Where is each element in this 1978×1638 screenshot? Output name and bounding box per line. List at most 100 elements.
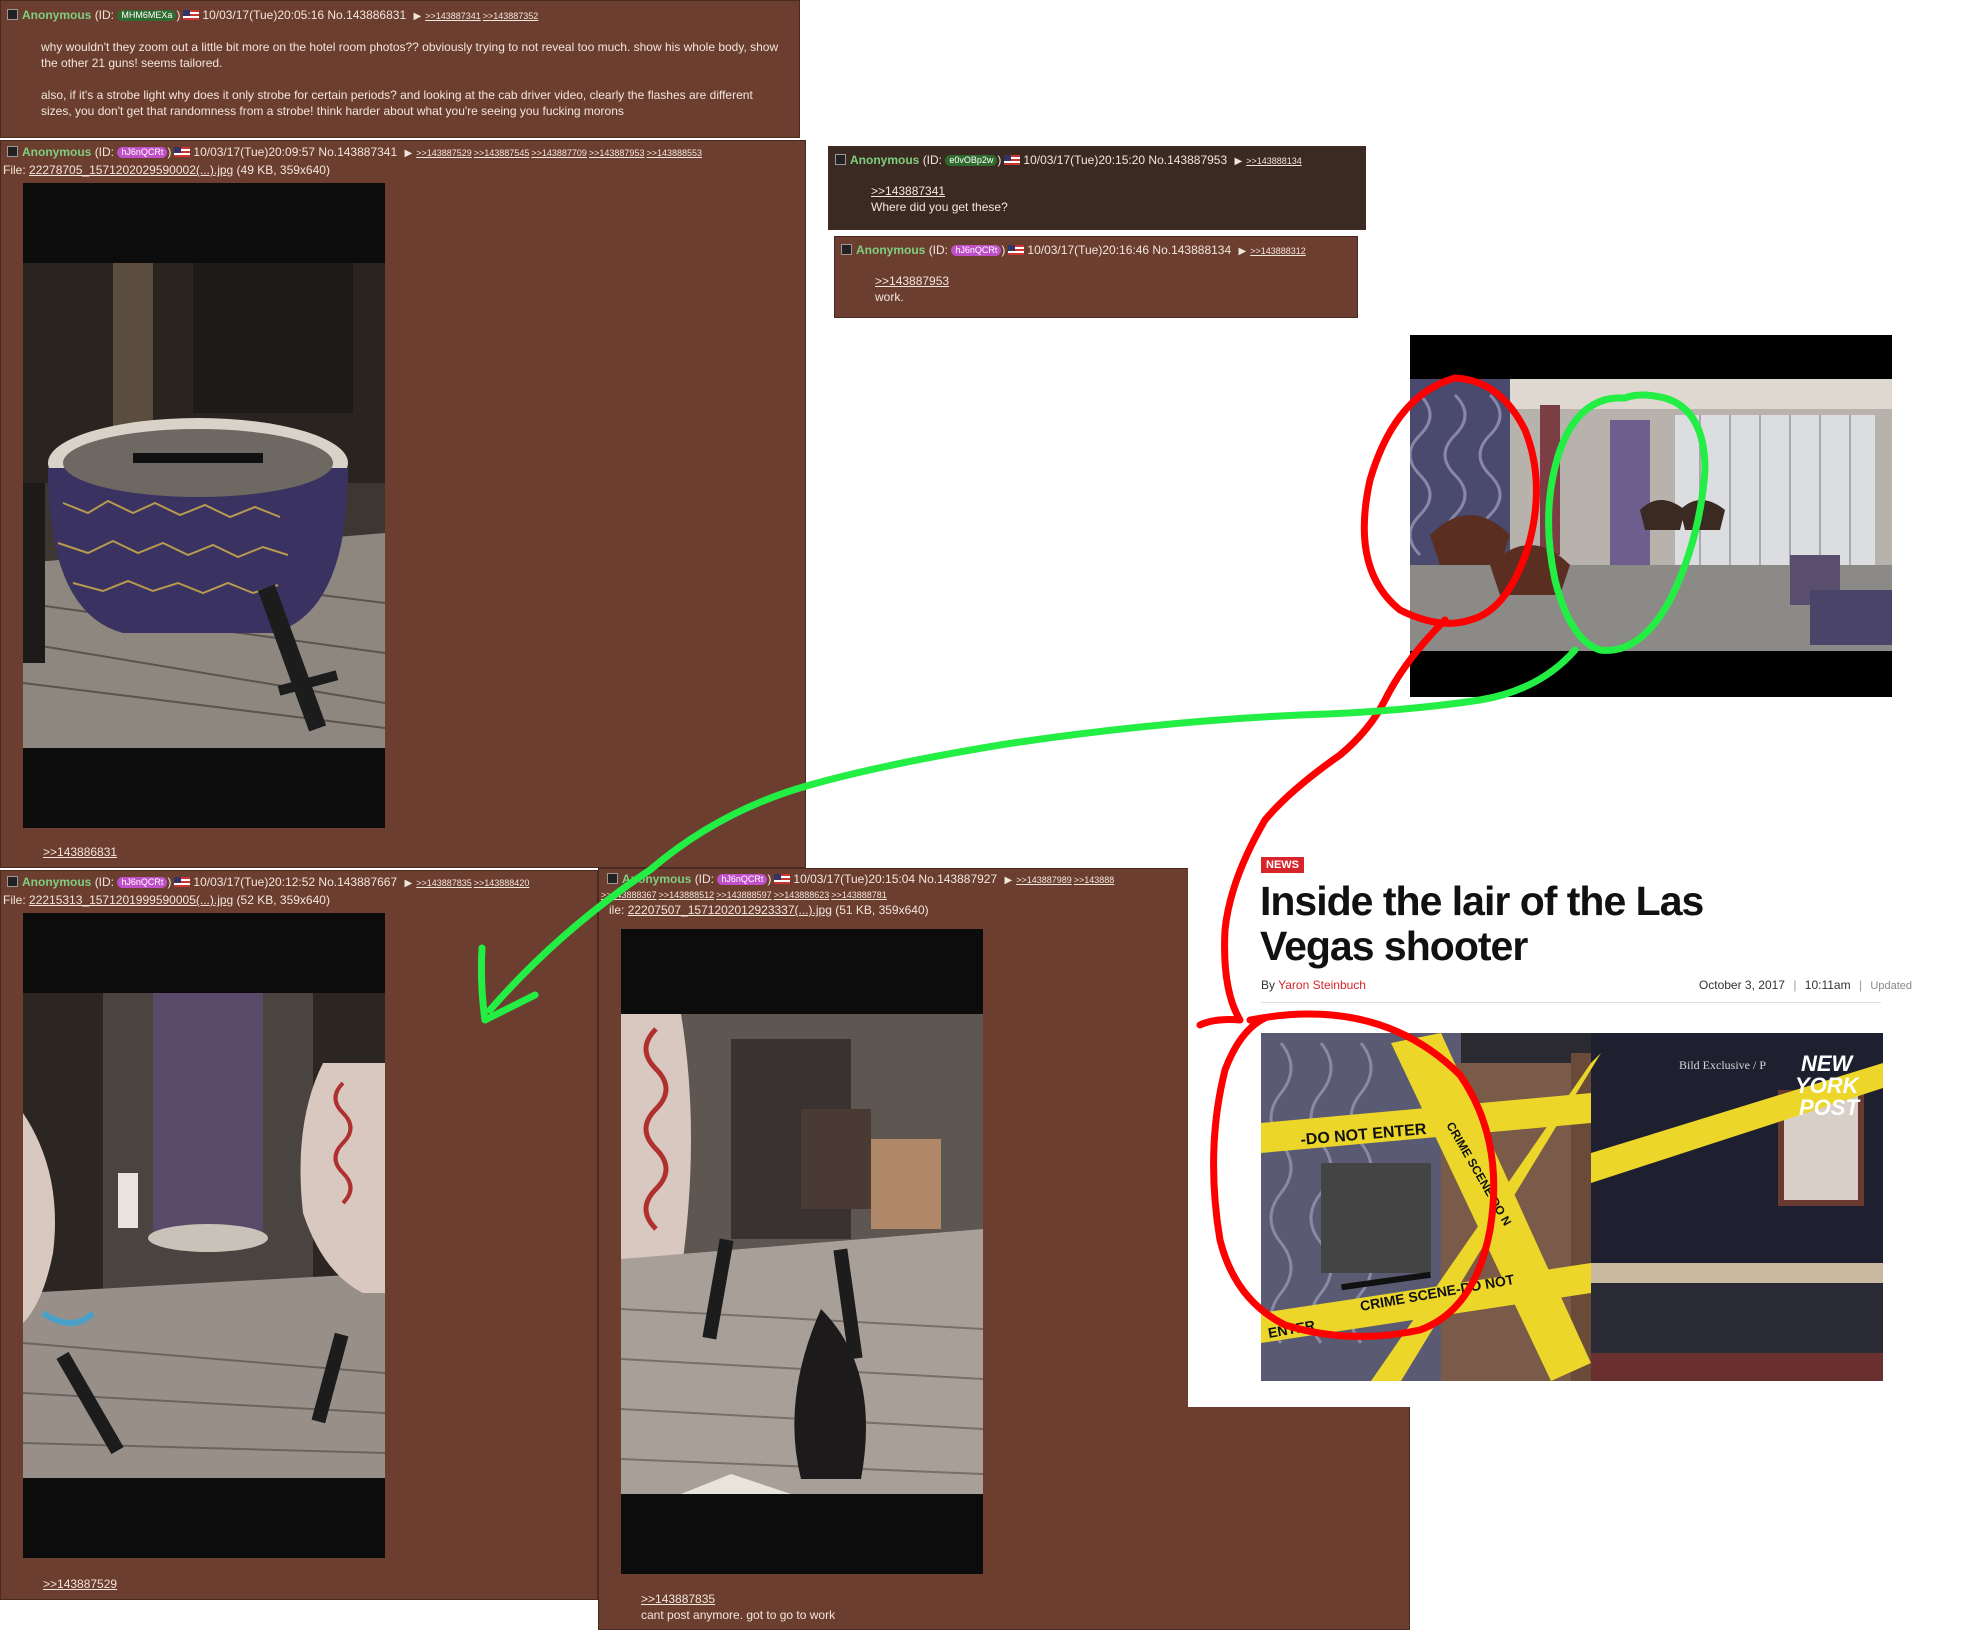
quote-link[interactable]: >>143886831 [43,845,117,859]
post-number[interactable]: No.143887667 [318,875,397,889]
id-suffix: ) [1001,243,1006,257]
backlink[interactable]: >>143887953 [589,148,645,158]
poster-id[interactable]: hJ6nQCRt [117,877,168,888]
menu-arrow-icon[interactable]: ▶ [1235,156,1243,167]
post-checkbox[interactable] [835,154,846,165]
post-date: 10/03/17(Tue)20:12:52 [193,875,316,889]
backlink[interactable]: >>143888781 [831,890,887,900]
author-link[interactable]: Yaron Steinbuch [1278,978,1366,992]
quote-link[interactable]: >>143887953 [875,273,949,289]
post-body: >>143887953 work. [875,273,949,305]
menu-arrow-icon[interactable]: ▶ [1239,246,1247,257]
backlink[interactable]: >>143887835 [416,878,472,888]
menu-arrow-icon[interactable]: ▶ [1005,875,1013,886]
backlink[interactable]: >>143887709 [531,148,587,158]
backlink[interactable]: >>143888512 [659,890,715,900]
backlink[interactable]: >>143888623 [774,890,830,900]
photo-credit: Bild Exclusive / P [1679,1058,1766,1072]
meta-separator: | [1858,978,1863,992]
file-info: File: 22215313_1571201999590005(...).jpg… [3,893,330,908]
poster-id[interactable]: hJ6nQCRt [117,147,168,158]
id-prefix: (ID: [94,875,115,889]
post-header: Anonymous (ID: hJ6nQCRt) 10/03/17(Tue)20:… [7,875,531,891]
post-number[interactable]: No.143887953 [1148,153,1227,167]
poster-id[interactable]: MHM6MEXa [117,10,177,21]
post-header: Anonymous (ID: hJ6nQCRt) 10/03/17(Tue)20:… [841,243,1308,259]
us-flag-icon [1008,245,1025,255]
crime-scene-photo[interactable]: -DO NOT ENTER CRIME SCENE-DO N CRIME SCE… [1261,1033,1883,1381]
post-checkbox[interactable] [841,244,852,255]
poster-id[interactable]: hJ6nQCRt [951,245,1002,256]
news-badge[interactable]: NEWS [1261,857,1304,873]
backlink[interactable]: >>143888367 [601,890,657,900]
divider [1261,1002,1881,1003]
file-label: File: [3,893,26,907]
file-link[interactable]: 22278705_1571202029590002(...).jpg [29,163,233,177]
poster-name: Anonymous [22,145,92,159]
floor-photo-thumbnail[interactable] [621,929,983,1574]
post-text: also, if it's a strobe light why does it… [41,88,753,118]
poster-id[interactable]: e0vOBp2w [945,155,998,166]
post-header: Anonymous (ID: e0vOBp2w) 10/03/17(Tue)20:… [835,153,1304,169]
file-info: File: 22278705_1571202029590002(...).jpg… [3,163,330,178]
byline-by: By [1261,978,1276,992]
backlink[interactable]: >>143888134 [1246,156,1302,166]
poster-id[interactable]: hJ6nQCRt [717,874,768,885]
backlink[interactable]: >>143887989 [1016,875,1072,885]
backlink[interactable]: >>143887545 [474,148,530,158]
post-text: why wouldn't they zoom out a little bit … [41,40,779,70]
floor-photo [621,1014,983,1494]
post-date: 10/03/17(Tue)20:09:57 [193,145,316,159]
backlink[interactable]: >>143888553 [646,148,702,158]
backlink[interactable]: >>143887529 [416,148,472,158]
logo-text: POST [1799,1095,1860,1120]
backlink[interactable]: >>143888420 [474,878,530,888]
backlink[interactable]: >>143887352 [483,11,539,21]
id-suffix: ) [997,153,1002,167]
article-headline: Inside the lair of the Las Vegas shooter [1260,879,1900,969]
us-flag-icon [174,877,191,887]
menu-arrow-icon[interactable]: ▶ [405,148,413,159]
updated-label: Updated [1870,980,1912,992]
post-143888134: Anonymous (ID: hJ6nQCRt) 10/03/17(Tue)20:… [834,236,1358,318]
post-checkbox[interactable] [7,9,18,20]
backlink[interactable]: >>143888312 [1250,246,1306,256]
post-143887341: Anonymous (ID: hJ6nQCRt) 10/03/17(Tue)20:… [0,140,806,868]
article-date: October 3, 2017 [1698,978,1785,992]
byline: By Yaron Steinbuch [1261,978,1366,992]
post-text: Where did you get these? [871,200,1008,214]
menu-arrow-icon[interactable]: ▶ [413,11,421,22]
quote-link[interactable]: >>143887529 [43,1577,117,1591]
us-flag-icon [174,147,191,157]
bathtub-photo-thumbnail[interactable] [23,183,385,828]
pillar-photo-thumbnail[interactable] [23,913,385,1558]
file-link[interactable]: 22215313_1571201999590005(...).jpg [29,893,233,907]
post-checkbox[interactable] [607,873,618,884]
post-number[interactable]: No.143886831 [327,8,406,22]
post-header: Anonymous (ID: hJ6nQCRt) 10/03/17(Tue)20:… [7,145,704,161]
quote-link[interactable]: >>143887341 [871,183,1008,199]
quote-link[interactable]: >>143887835 [641,1591,835,1607]
file-link[interactable]: 22207507_1571202012923337(...).jpg [628,903,832,917]
backlink[interactable]: >>143887341 [425,11,481,21]
headline-line: Vegas shooter [1260,923,1528,969]
post-body: why wouldn't they zoom out a little bit … [41,39,781,135]
poster-name: Anonymous [850,153,920,167]
post-number[interactable]: No.143887927 [918,872,997,886]
post-143887953: Anonymous (ID: e0vOBp2w) 10/03/17(Tue)20:… [828,146,1366,230]
post-number[interactable]: No.143887341 [318,145,397,159]
post-checkbox[interactable] [7,146,18,157]
backlink[interactable]: >>143888597 [716,890,772,900]
poster-name: Anonymous [622,872,692,886]
poster-name: Anonymous [22,875,92,889]
us-flag-icon [1004,155,1021,165]
file-meta: (52 KB, 359x640) [236,893,330,907]
post-number[interactable]: No.143888134 [1152,243,1231,257]
backlink[interactable]: >>143888 [1074,875,1115,885]
id-suffix: ) [167,875,172,889]
file-meta: (49 KB, 359x640) [236,163,330,177]
menu-arrow-icon[interactable]: ▶ [405,878,413,889]
id-prefix: (ID: [94,8,115,22]
id-prefix: (ID: [928,243,949,257]
post-checkbox[interactable] [7,876,18,887]
